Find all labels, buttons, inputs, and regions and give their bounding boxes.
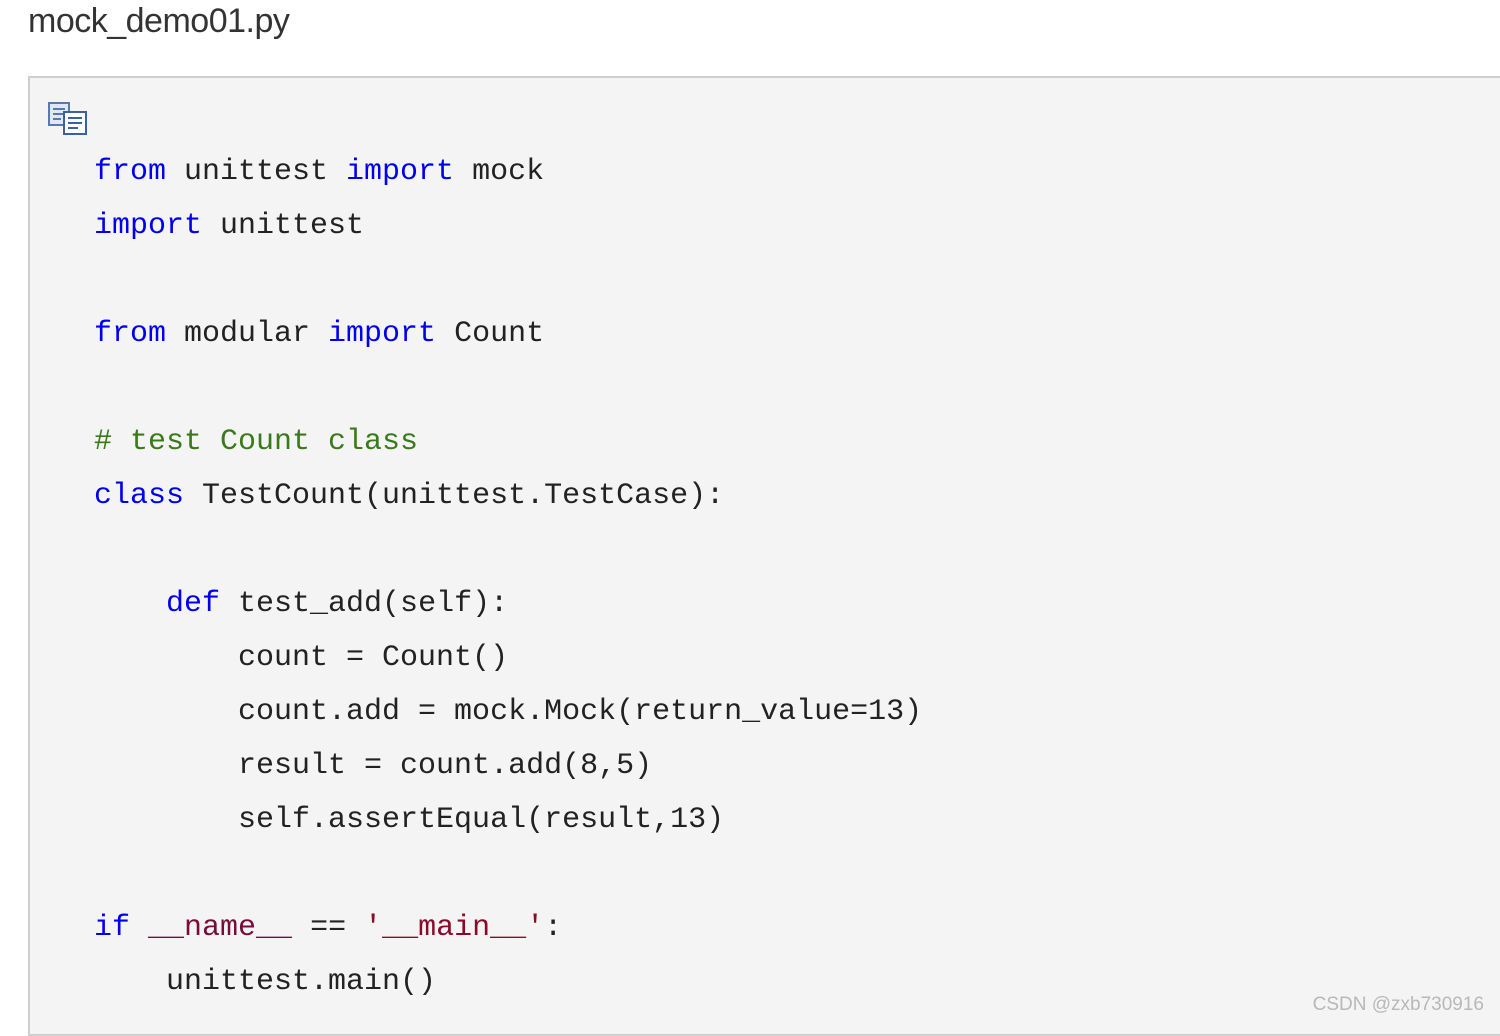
dunder-name: __name__ <box>148 911 293 945</box>
keyword: if <box>94 911 131 945</box>
keyword: import <box>94 209 203 243</box>
code-line-1: from unittest import mock <box>94 154 544 190</box>
keyword: import <box>346 155 455 189</box>
keyword: import <box>328 317 437 351</box>
code-text: mock <box>454 155 545 189</box>
code-text: count.add = mock.Mock(return_value=13) <box>94 695 923 729</box>
code-line-9: result = count.add(8,5) <box>94 748 652 784</box>
code-line-4: # test Count class <box>94 424 418 460</box>
code-text: unittest.main() <box>94 965 437 999</box>
code-text: modular <box>166 317 329 351</box>
code-line-7: count = Count() <box>94 640 508 676</box>
code-text: Count <box>436 317 545 351</box>
keyword: class <box>94 479 185 513</box>
file-title: mock_demo01.py <box>28 2 290 40</box>
code-line-8: count.add = mock.Mock(return_value=13) <box>94 694 922 730</box>
code-text: TestCount(unittest.TestCase): <box>184 479 725 513</box>
code-line-11: if __name__ == '__main__': <box>94 910 562 946</box>
code-text: == <box>292 911 365 945</box>
copy-icon[interactable] <box>48 102 88 136</box>
keyword: from <box>94 317 167 351</box>
code-line-10: self.assertEqual(result,13) <box>94 802 724 838</box>
code-line-5: class TestCount(unittest.TestCase): <box>94 478 724 514</box>
code-line-6: def test_add(self): <box>94 586 508 622</box>
code-text: unittest <box>166 155 347 189</box>
code-text: test_add(self): <box>220 587 509 621</box>
code-comment: # test Count class <box>94 425 419 459</box>
code-text: unittest <box>202 209 365 243</box>
keyword: from <box>94 155 167 189</box>
code-line-3: from modular import Count <box>94 316 544 352</box>
code-line-12: unittest.main() <box>94 964 436 1000</box>
string-literal: '__main__' <box>364 911 545 945</box>
watermark: CSDN @zxb730916 <box>1312 994 1484 1015</box>
code-text: count = Count() <box>94 641 509 675</box>
code-text: : <box>544 911 563 945</box>
keyword: def <box>166 587 221 621</box>
code-text: result = count.add(8,5) <box>94 749 653 783</box>
code-text: self.assertEqual(result,13) <box>94 803 725 837</box>
code-line-2: import unittest <box>94 208 364 244</box>
